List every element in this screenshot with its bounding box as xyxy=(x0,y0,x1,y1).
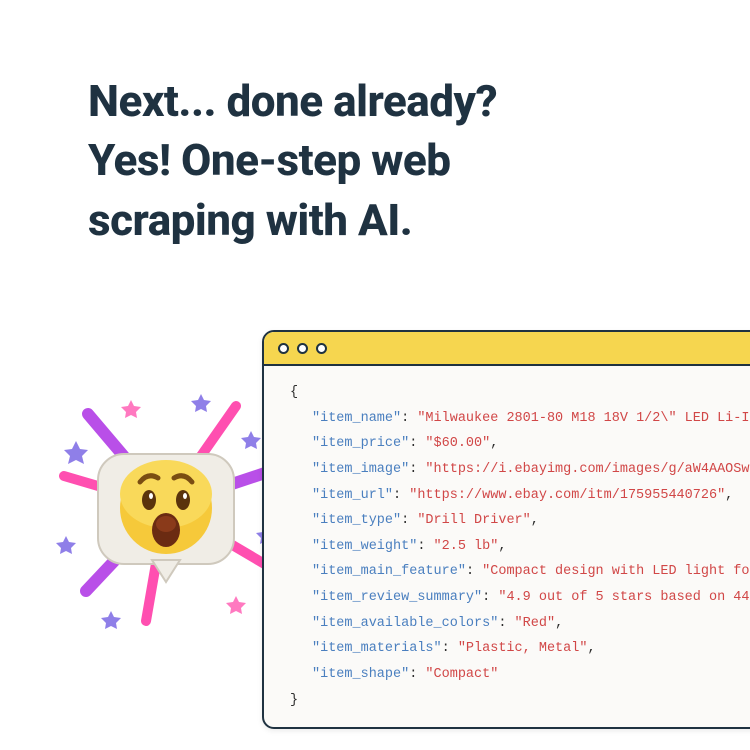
headline-line-1: Next... done already? xyxy=(88,72,497,131)
json-key: "item_review_summary" xyxy=(312,590,482,605)
wow-emoji-sticker xyxy=(36,376,296,636)
colon: : xyxy=(417,539,433,554)
json-value: "Red" xyxy=(515,616,556,631)
json-value: "Plastic, Metal" xyxy=(458,641,588,656)
colon: : xyxy=(409,462,425,477)
json-key: "item_materials" xyxy=(312,641,442,656)
json-key: "item_main_feature" xyxy=(312,564,466,579)
colon: : xyxy=(482,590,498,605)
code-line: "item_available_colors": "Red", xyxy=(274,611,750,637)
colon: : xyxy=(401,513,417,528)
json-key: "item_name" xyxy=(312,411,401,426)
headline-line-2: Yes! One-step web xyxy=(88,131,497,190)
colon: : xyxy=(393,488,409,503)
trailing-comma: , xyxy=(587,641,595,656)
colon: : xyxy=(442,641,458,656)
code-line: "item_type": "Drill Driver", xyxy=(274,508,750,534)
json-key: "item_url" xyxy=(312,488,393,503)
close-brace: } xyxy=(274,688,750,714)
code-line: "item_price": "$60.00", xyxy=(274,431,750,457)
json-key: "item_type" xyxy=(312,513,401,528)
colon: : xyxy=(409,436,425,451)
open-brace: { xyxy=(274,380,750,406)
window-control-dot xyxy=(278,343,289,354)
json-key: "item_weight" xyxy=(312,539,417,554)
trailing-comma: , xyxy=(498,539,506,554)
colon: : xyxy=(401,411,417,426)
json-value: "https://www.ebay.com/itm/175955440726" xyxy=(409,488,725,503)
trailing-comma: , xyxy=(490,436,498,451)
window-control-dot xyxy=(297,343,308,354)
code-line: "item_url": "https://www.ebay.com/itm/17… xyxy=(274,483,750,509)
json-key: "item_shape" xyxy=(312,667,409,682)
json-output: { "item_name": "Milwaukee 2801-80 M18 18… xyxy=(264,366,750,727)
code-line: "item_shape": "Compact" xyxy=(274,662,750,688)
code-window: { "item_name": "Milwaukee 2801-80 M18 18… xyxy=(262,330,750,729)
colon: : xyxy=(409,667,425,682)
json-value: "Compact" xyxy=(425,667,498,682)
code-line: "item_weight": "2.5 lb", xyxy=(274,534,750,560)
colon: : xyxy=(498,616,514,631)
window-control-dot xyxy=(316,343,327,354)
json-value: "$60.00" xyxy=(425,436,490,451)
json-value: "Compact design with LED light for v xyxy=(482,564,750,579)
json-value: "4.9 out of 5 stars based on 44 ra xyxy=(498,590,750,605)
trailing-comma: , xyxy=(555,616,563,631)
json-key: "item_available_colors" xyxy=(312,616,498,631)
json-value: "Milwaukee 2801-80 M18 18V 1/2\" LED Li-… xyxy=(417,411,750,426)
code-line: "item_main_feature": "Compact design wit… xyxy=(274,559,750,585)
code-line: "item_materials": "Plastic, Metal", xyxy=(274,636,750,662)
json-value: "2.5 lb" xyxy=(434,539,499,554)
trailing-comma: , xyxy=(725,488,733,503)
json-key: "item_price" xyxy=(312,436,409,451)
code-line: "item_review_summary": "4.9 out of 5 sta… xyxy=(274,585,750,611)
json-value: "Drill Driver" xyxy=(417,513,530,528)
code-line: "item_name": "Milwaukee 2801-80 M18 18V … xyxy=(274,406,750,432)
window-titlebar xyxy=(264,332,750,366)
json-key: "item_image" xyxy=(312,462,409,477)
trailing-comma: , xyxy=(531,513,539,528)
colon: : xyxy=(466,564,482,579)
json-value: "https://i.ebayimg.com/images/g/aW4AAOSw… xyxy=(425,462,750,477)
code-line: "item_image": "https://i.ebayimg.com/ima… xyxy=(274,457,750,483)
headline: Next... done already? Yes! One-step web … xyxy=(88,72,497,250)
headline-line-3: scraping with AI. xyxy=(88,191,497,250)
